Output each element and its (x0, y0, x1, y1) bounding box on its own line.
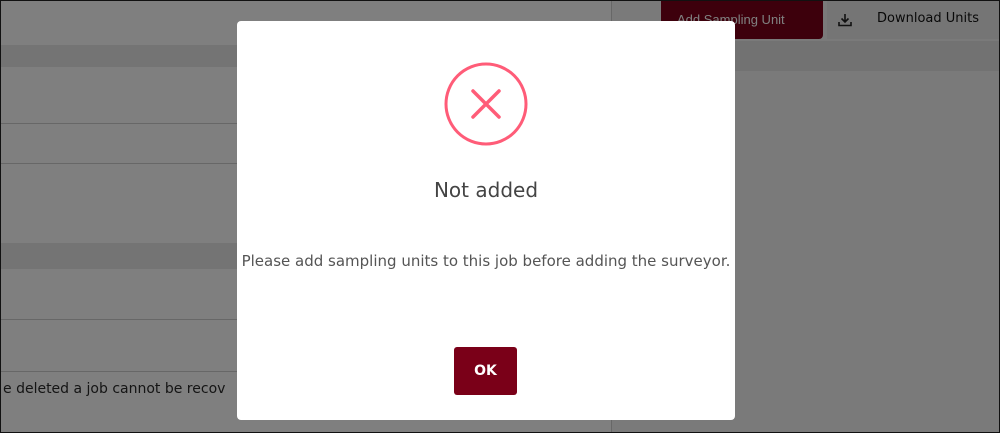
dialog-title: Not added (433, 178, 539, 202)
app-window: e deleted a job cannot be recov Add Samp… (0, 0, 1000, 433)
error-x-icon (444, 62, 528, 146)
dialog-message: Please add sampling units to this job be… (241, 252, 731, 270)
ok-button[interactable]: OK (454, 347, 517, 395)
error-dialog: Not added Please add sampling units to t… (237, 21, 735, 420)
